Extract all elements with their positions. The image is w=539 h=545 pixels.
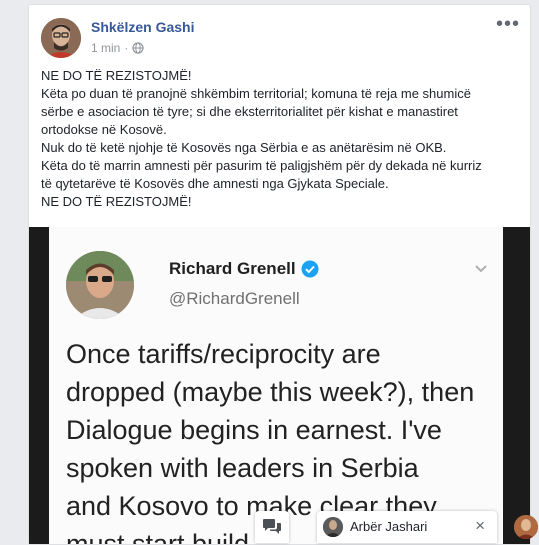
- chevron-down-icon: [475, 265, 487, 273]
- post-line: të qytetarëve të Kosovës dhe amnesti nga…: [41, 176, 389, 191]
- tweet-line: spoken with leaders in Serbia: [66, 453, 419, 483]
- meta-separator: ·: [124, 41, 129, 55]
- verified-badge-icon: [301, 260, 319, 278]
- post-line: Këta do të marrin amnesti për pasurim të…: [41, 158, 482, 173]
- chat-head-avatar[interactable]: [514, 515, 538, 539]
- tweet-card: Richard Grenell @RichardGrenell Once tar…: [49, 227, 503, 544]
- author-name[interactable]: Shkëlzen Gashi: [91, 19, 194, 35]
- chat-contact-name: Arbër Jashari: [350, 519, 428, 534]
- tweet-author-avatar: [66, 251, 134, 319]
- globe-icon: [132, 42, 144, 54]
- author-avatar[interactable]: [41, 18, 81, 58]
- more-options-icon[interactable]: •••: [496, 14, 520, 34]
- post-line: ortodokse në Kosovë.: [41, 122, 167, 137]
- new-message-button[interactable]: [255, 511, 289, 543]
- post-time[interactable]: 1 min: [91, 41, 120, 55]
- post-line: Këta po duan të pranojnë shkëmbim territ…: [41, 86, 471, 101]
- tweet-author-name-row: Richard Grenell: [169, 259, 319, 279]
- chat-contact-avatar: [323, 517, 343, 537]
- post-meta: 1 min ·: [91, 41, 144, 55]
- tweet-author-name: Richard Grenell: [169, 259, 296, 278]
- tweet-screenshot-image[interactable]: Richard Grenell @RichardGrenell Once tar…: [29, 227, 530, 544]
- tweet-line: Once tariffs/reciprocity are: [66, 339, 381, 369]
- chat-bar: Arbër Jashari ×: [250, 511, 539, 543]
- tweet-line: Dialogue begins in earnest. I've: [66, 415, 442, 445]
- post-line: sërbe e asociacion të tyre; si dhe ekste…: [41, 104, 458, 119]
- tweet-author-handle: @RichardGrenell: [169, 289, 300, 308]
- close-icon[interactable]: ×: [475, 517, 485, 535]
- post-card: Shkëlzen Gashi 1 min · ••• NE DO TË REZI…: [28, 4, 531, 545]
- post-text: NE DO TË REZISTOJMË! Këta po duan të pra…: [41, 67, 519, 211]
- post-line: NE DO TË REZISTOJMË!: [41, 194, 192, 209]
- tweet-line: dropped (maybe this week?), then: [66, 377, 475, 407]
- post-line: NE DO TË REZISTOJMË!: [41, 68, 192, 83]
- post-line: Nuk do të ketë njohje të Kosovës nga Sër…: [41, 140, 447, 155]
- chat-bubbles-icon: [263, 519, 281, 534]
- chat-tab[interactable]: Arbër Jashari ×: [317, 511, 497, 543]
